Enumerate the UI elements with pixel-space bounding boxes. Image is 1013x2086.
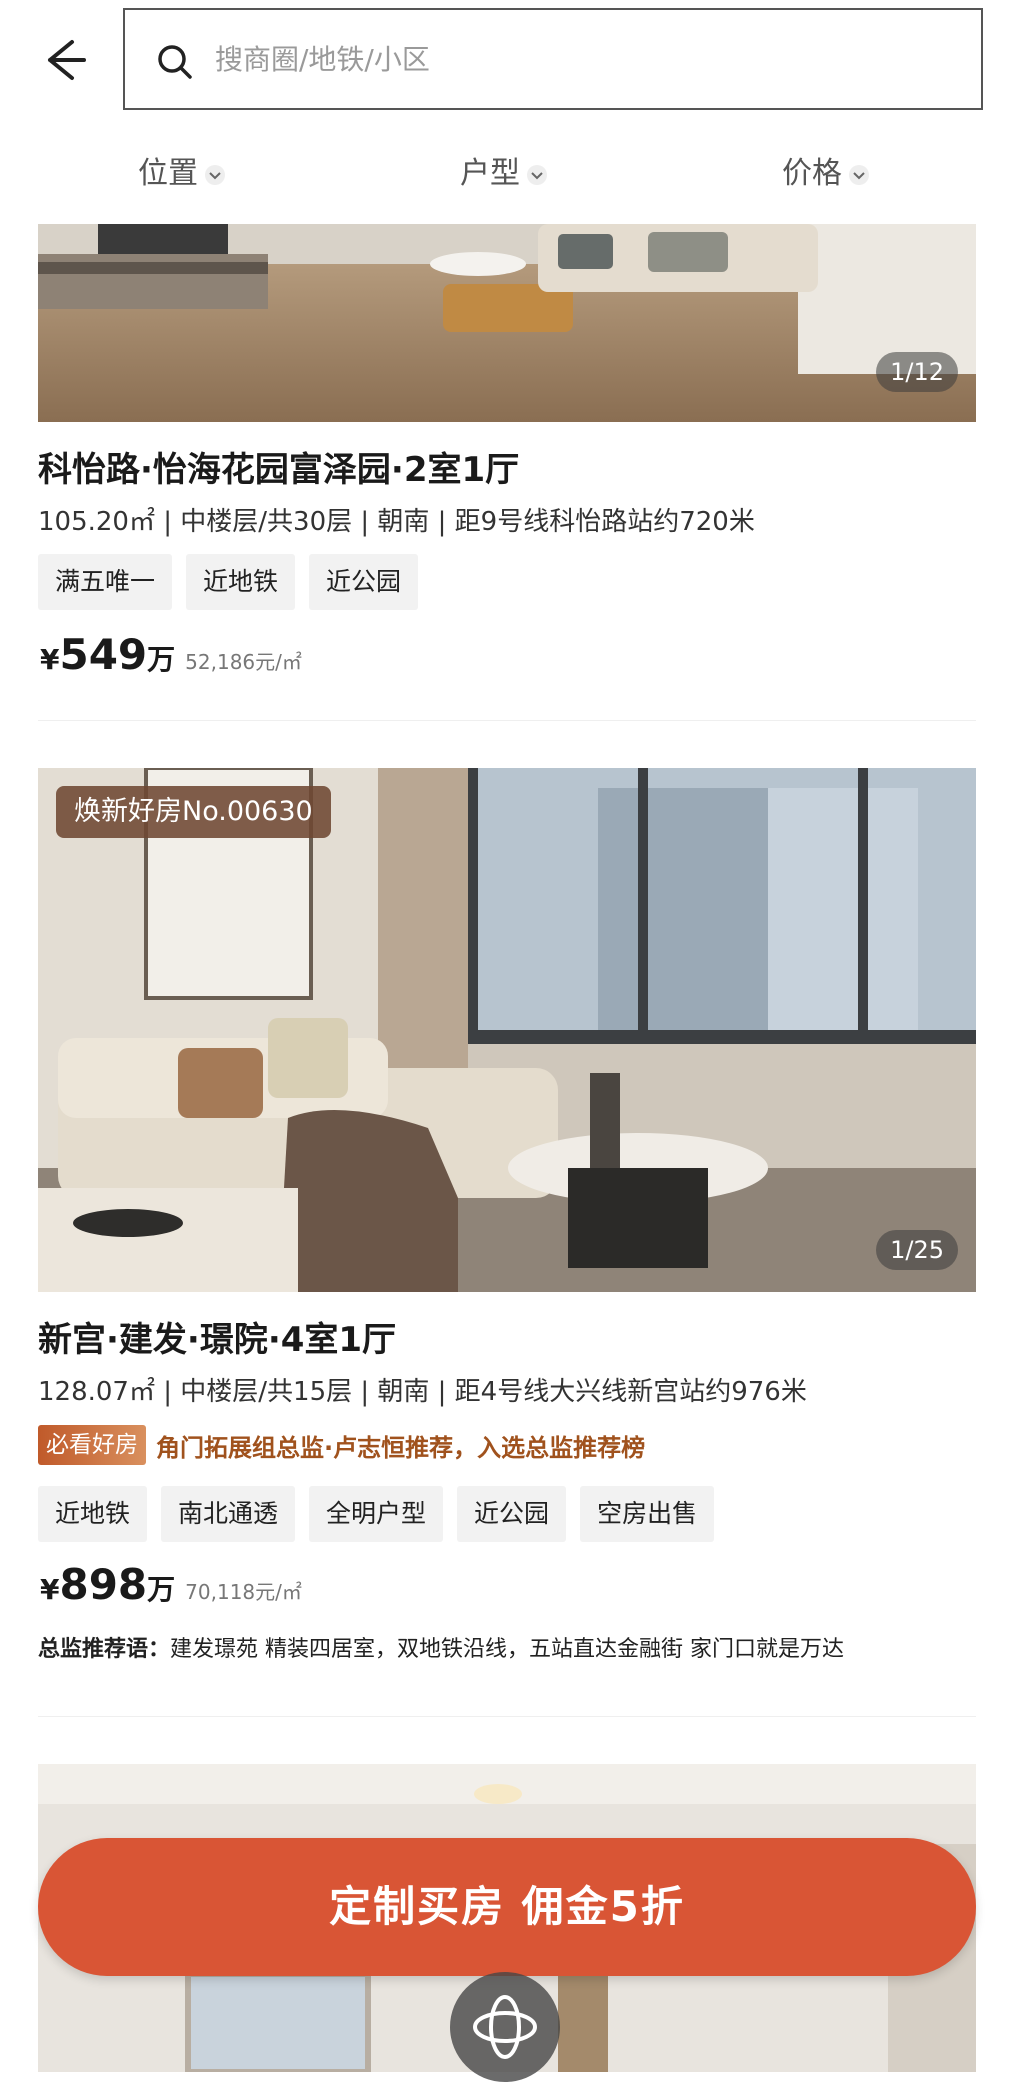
tag: 空房出售: [580, 1486, 715, 1542]
price-currency: ¥: [40, 643, 60, 676]
recommend-text: 角门拓展组总监·卢志恒推荐，入选总监推荐榜: [156, 1433, 646, 1462]
unit-price: 52,186元/㎡: [185, 650, 302, 674]
price-value: 898: [59, 1560, 148, 1609]
search-input[interactable]: 搜商圈/地铁/小区: [123, 8, 983, 110]
filter-location-label: 位置: [138, 156, 198, 191]
listing-price: ¥549万 52,186元/㎡: [40, 630, 302, 689]
chevron-down-icon: [205, 164, 225, 185]
back-button[interactable]: [38, 30, 98, 90]
tag: 近地铁: [186, 554, 296, 610]
floating-action-button[interactable]: [450, 1972, 560, 2082]
photo-counter: 1/25: [876, 1230, 958, 1270]
listing-meta: 128.07㎡ | 中楼层/共15层 | 朝南 | 距4号线大兴线新宫站约976…: [38, 1377, 807, 1407]
listing-title[interactable]: 科怡路·怡海花园富泽园·2室1厅: [38, 448, 519, 492]
director-comment-label: 总监推荐语：: [38, 1637, 171, 1662]
living-room-photo: [38, 768, 976, 1292]
custom-buy-button[interactable]: 定制买房 佣金5折: [38, 1838, 976, 1976]
tag: 南北通透: [161, 1486, 296, 1542]
must-see-badge: 必看好房: [38, 1425, 146, 1465]
search-icon: [158, 45, 192, 79]
filter-price-label: 价格: [782, 156, 842, 191]
filter-price[interactable]: 价格: [782, 152, 870, 196]
recommend-row: 必看好房 角门拓展组总监·卢志恒推荐，入选总监推荐榜: [38, 1425, 645, 1465]
listing-meta: 105.20㎡ | 中楼层/共30层 | 朝南 | 距9号线科怡路站约720米: [38, 507, 755, 537]
chevron-down-icon: [527, 164, 547, 185]
listing-tags: 满五唯一 近地铁 近公园: [38, 554, 419, 610]
photo-badge: 焕新好房No.00630: [56, 786, 331, 838]
tag: 近公园: [457, 1486, 567, 1542]
divider: [38, 1716, 976, 1717]
director-comment: 总监推荐语：建发璟苑 精装四居室，双地铁沿线，五站直达金融街 家门口就是万达: [38, 1634, 844, 1666]
price-currency: ¥: [40, 1573, 60, 1606]
filter-layout-label: 户型: [460, 156, 520, 191]
filter-bar: 位置 户型 价格: [0, 138, 1013, 218]
divider: [38, 720, 976, 721]
filter-layout[interactable]: 户型: [460, 152, 548, 196]
chevron-down-icon: [849, 164, 869, 185]
orbit-icon: [473, 1995, 537, 2059]
price-unit: 万: [147, 1573, 176, 1606]
unit-price: 70,118元/㎡: [185, 1580, 302, 1604]
price-unit: 万: [147, 643, 176, 676]
tag: 满五唯一: [38, 554, 173, 610]
tag: 近地铁: [38, 1486, 148, 1542]
listing-photo[interactable]: 1/12: [38, 224, 976, 422]
listing-tags: 近地铁 南北通透 全明户型 近公园 空房出售: [38, 1486, 715, 1542]
tag: 全明户型: [309, 1486, 444, 1542]
photo-counter: 1/12: [876, 352, 958, 392]
listing-title[interactable]: 新宫·建发·璟院·4室1厅: [38, 1318, 396, 1362]
filter-location[interactable]: 位置: [138, 152, 226, 196]
listing-photo[interactable]: 焕新好房No.00630 1/25: [38, 768, 976, 1292]
tag: 近公园: [309, 554, 419, 610]
top-bar: 搜商圈/地铁/小区: [0, 0, 1013, 120]
director-comment-text: 建发璟苑 精装四居室，双地铁沿线，五站直达金融街 家门口就是万达: [170, 1637, 845, 1662]
search-placeholder: 搜商圈/地铁/小区: [215, 43, 430, 76]
living-room-photo: [38, 224, 976, 422]
listing-price: ¥898万 70,118元/㎡: [40, 1560, 302, 1619]
price-value: 549: [59, 630, 148, 679]
back-arrow-icon: [48, 40, 86, 80]
